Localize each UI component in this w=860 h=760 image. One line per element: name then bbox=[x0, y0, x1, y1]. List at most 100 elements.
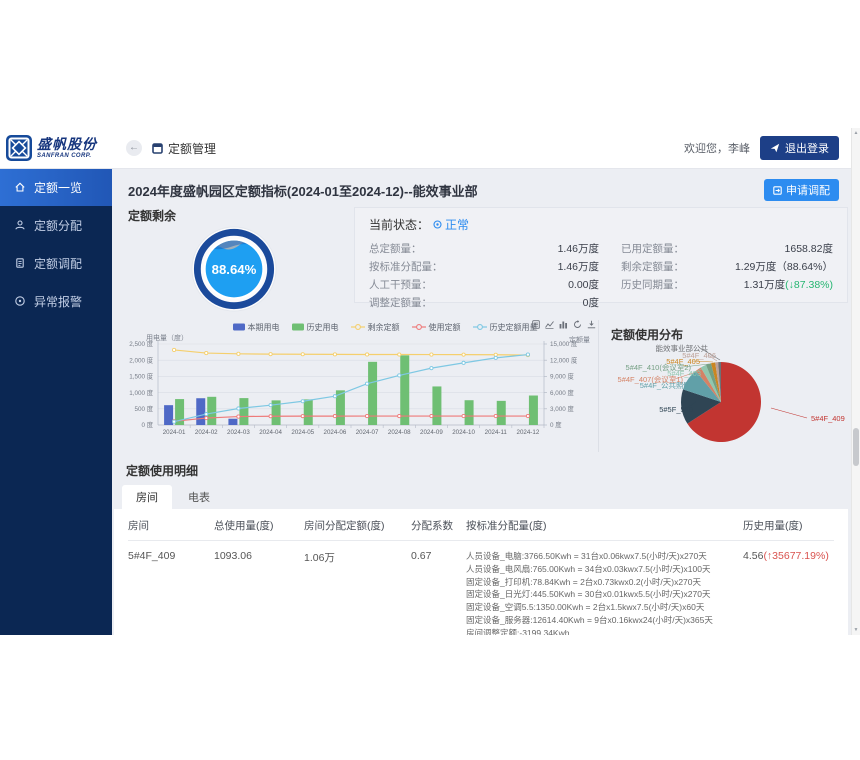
line-chart-icon[interactable] bbox=[545, 320, 554, 329]
tab-quota-management[interactable]: 定额管理 bbox=[152, 140, 216, 157]
logout-button[interactable]: 退出登录 bbox=[760, 136, 839, 160]
stat-label: 剩余定额量： bbox=[621, 259, 725, 274]
detail-tab-1[interactable]: 房间 bbox=[122, 485, 172, 509]
stat-value: 1.46万度 bbox=[481, 241, 599, 256]
column-header: 分配系数 bbox=[411, 518, 466, 533]
column-header: 房间分配定额(度) bbox=[304, 518, 411, 533]
distribution-pie-chart[interactable] bbox=[599, 334, 841, 452]
bar-line-chart: 0 度0 度500 度3,000 度1,000 度6,000 度1,500 度9… bbox=[112, 336, 598, 448]
legend-marker bbox=[233, 323, 245, 331]
pie-slice-label: 能效事业部公共 bbox=[656, 345, 709, 353]
cell-quota: 1.06万 bbox=[304, 550, 411, 565]
allocation-line: 固定设备_日光灯:445.50Kwh = 30台x0.01kwx5.5(小时/天… bbox=[466, 588, 743, 601]
logo-text-en: SANFRAN CORP. bbox=[37, 153, 97, 159]
sidebar-item-label: 定额一览 bbox=[34, 179, 82, 196]
vertical-scrollbar[interactable]: ▲ ▼ bbox=[851, 128, 860, 635]
legend-item[interactable]: 历史定额用量 bbox=[473, 322, 538, 333]
table-row: 5#4F_4091093.061.06万0.67人员设备_电脑:3766.50K… bbox=[128, 541, 834, 635]
scroll-down-icon[interactable]: ▼ bbox=[852, 627, 860, 633]
back-button[interactable]: ← bbox=[126, 140, 142, 156]
status-label: 当前状态： bbox=[369, 216, 429, 233]
legend-item[interactable]: 使用定额 bbox=[412, 322, 461, 333]
company-logo: 盛帆股份 SANFRAN CORP. bbox=[0, 135, 112, 161]
status-value: 正常 bbox=[445, 216, 469, 233]
page-title: 2024年度盛帆园区定额指标(2024-01至2024-12)--能效事业部 bbox=[128, 181, 478, 200]
usage-detail-section: 定额使用明细 房间电表 房间总使用量(度)房间分配定额(度)分配系数按标准分配量… bbox=[114, 462, 848, 635]
svg-text:2024-05: 2024-05 bbox=[291, 429, 314, 436]
history-value: 4.56 bbox=[743, 550, 763, 562]
detail-title: 定额使用明细 bbox=[114, 462, 848, 479]
svg-text:500 度: 500 度 bbox=[134, 404, 153, 413]
stat-label: 调整定额量： bbox=[369, 295, 481, 310]
svg-text:0 度: 0 度 bbox=[141, 420, 153, 429]
logout-label: 退出登录 bbox=[785, 140, 829, 156]
sidebar-item-3[interactable]: 定额调配 bbox=[0, 244, 112, 282]
left-axis-title: 用电量（度） bbox=[146, 333, 188, 343]
legend-marker bbox=[412, 323, 426, 331]
stat-label: 历史同期量： bbox=[621, 277, 725, 292]
legend-label: 历史定额用量 bbox=[490, 322, 538, 333]
legend-item[interactable]: 本期用电 bbox=[233, 322, 280, 333]
sidebar-item-label: 定额分配 bbox=[34, 217, 82, 234]
home-icon bbox=[14, 181, 26, 193]
sidebar-item-2[interactable]: 定额分配 bbox=[0, 206, 112, 244]
svg-text:2024-11: 2024-11 bbox=[485, 429, 508, 436]
quota-distribution-panel: 定额使用分布 5#4F_4095#5F_5105#4F_公共照明5#4F_407… bbox=[598, 320, 851, 452]
svg-text:1,000 度: 1,000 度 bbox=[129, 388, 154, 397]
main-content: 2024年度盛帆园区定额指标(2024-01至2024-12)--能效事业部 申… bbox=[112, 168, 851, 635]
right-axis-title: 定额量 bbox=[569, 335, 590, 345]
stat-value: 0.00度 bbox=[481, 277, 599, 292]
allocation-line: 固定设备_服务器:12614.40Kwh = 9台x0.16kwx24(小时/天… bbox=[466, 614, 743, 627]
apply-button-label: 申请调配 bbox=[786, 182, 830, 198]
cell-coef: 0.67 bbox=[411, 550, 466, 562]
sidebar-item-1[interactable]: 定额一览 bbox=[0, 168, 112, 206]
legend-item[interactable]: 历史用电 bbox=[292, 322, 339, 333]
svg-text:12,000 度: 12,000 度 bbox=[550, 355, 578, 364]
legend-item[interactable]: 剩余定额 bbox=[351, 322, 400, 333]
allocation-line: 房间调整定额:-3199.34Kwh bbox=[466, 627, 743, 636]
svg-text:0 度: 0 度 bbox=[550, 420, 562, 429]
cell-total: 1093.06 bbox=[214, 550, 304, 562]
alarm-icon bbox=[14, 295, 26, 307]
quota-stats-grid: 总定额量：1.46万度已用定额量：1658.82度按标准分配量：1.46万度剩余… bbox=[369, 241, 833, 310]
table-header-row: 房间总使用量(度)房间分配定额(度)分配系数按标准分配量(度)历史用量(度) bbox=[128, 509, 834, 541]
stat-value bbox=[725, 295, 833, 310]
status-normal-icon bbox=[433, 220, 442, 229]
sidebar-item-4[interactable]: 异常报警 bbox=[0, 282, 112, 320]
logo-icon bbox=[6, 135, 32, 161]
svg-text:2,000 度: 2,000 度 bbox=[129, 355, 154, 364]
pie-slice-label: 5#4F_409 bbox=[811, 415, 845, 423]
sidebar-item-label: 异常报警 bbox=[34, 293, 82, 310]
svg-text:2024-02: 2024-02 bbox=[195, 429, 218, 436]
stat-label bbox=[621, 295, 725, 310]
stat-label: 按标准分配量： bbox=[369, 259, 481, 274]
svg-text:2024-06: 2024-06 bbox=[324, 429, 347, 436]
chart-toolbox bbox=[532, 320, 596, 329]
app-window: 盛帆股份 SANFRAN CORP. ← 定额管理 欢迎您，李峰 退出登录 bbox=[0, 128, 852, 635]
cell-history: 4.56(↑35677.19%) bbox=[743, 550, 834, 562]
legend-marker bbox=[351, 323, 365, 331]
cell-standard-allocation: 人员设备_电脑:3766.50Kwh = 31台x0.06kwx7.5(小时/天… bbox=[466, 550, 743, 635]
svg-text:9,000 度: 9,000 度 bbox=[550, 372, 575, 381]
apply-icon bbox=[773, 186, 782, 195]
pie-slice-label: 5#4F_406 bbox=[682, 352, 716, 360]
apply-reallocation-button[interactable]: 申请调配 bbox=[764, 179, 839, 201]
svg-text:1,500 度: 1,500 度 bbox=[129, 372, 154, 381]
sidebar-item-label: 定额调配 bbox=[34, 255, 82, 272]
column-header: 房间 bbox=[128, 518, 214, 533]
restore-icon[interactable] bbox=[573, 320, 582, 329]
svg-text:2024-08: 2024-08 bbox=[388, 429, 411, 436]
legend-label: 历史用电 bbox=[307, 322, 339, 333]
gauge-percent-text: 88.64% bbox=[212, 262, 257, 277]
status-panel: 当前状态： 正常 总定额量：1.46万度已用定额量：1658.82度按标准分配量… bbox=[354, 207, 848, 303]
scroll-up-icon[interactable]: ▲ bbox=[852, 130, 860, 136]
doc-icon bbox=[14, 257, 26, 269]
bar-chart-icon[interactable] bbox=[559, 320, 568, 329]
stat-value: 1.31万度(↓87.38%) bbox=[725, 277, 833, 292]
data-view-icon[interactable] bbox=[532, 320, 540, 329]
stat-label: 总定额量： bbox=[369, 241, 481, 256]
download-icon[interactable] bbox=[587, 320, 596, 329]
scrollbar-thumb[interactable] bbox=[853, 428, 859, 466]
detail-tab-2[interactable]: 电表 bbox=[174, 485, 224, 509]
stat-change: (↓87.38%) bbox=[785, 279, 833, 291]
